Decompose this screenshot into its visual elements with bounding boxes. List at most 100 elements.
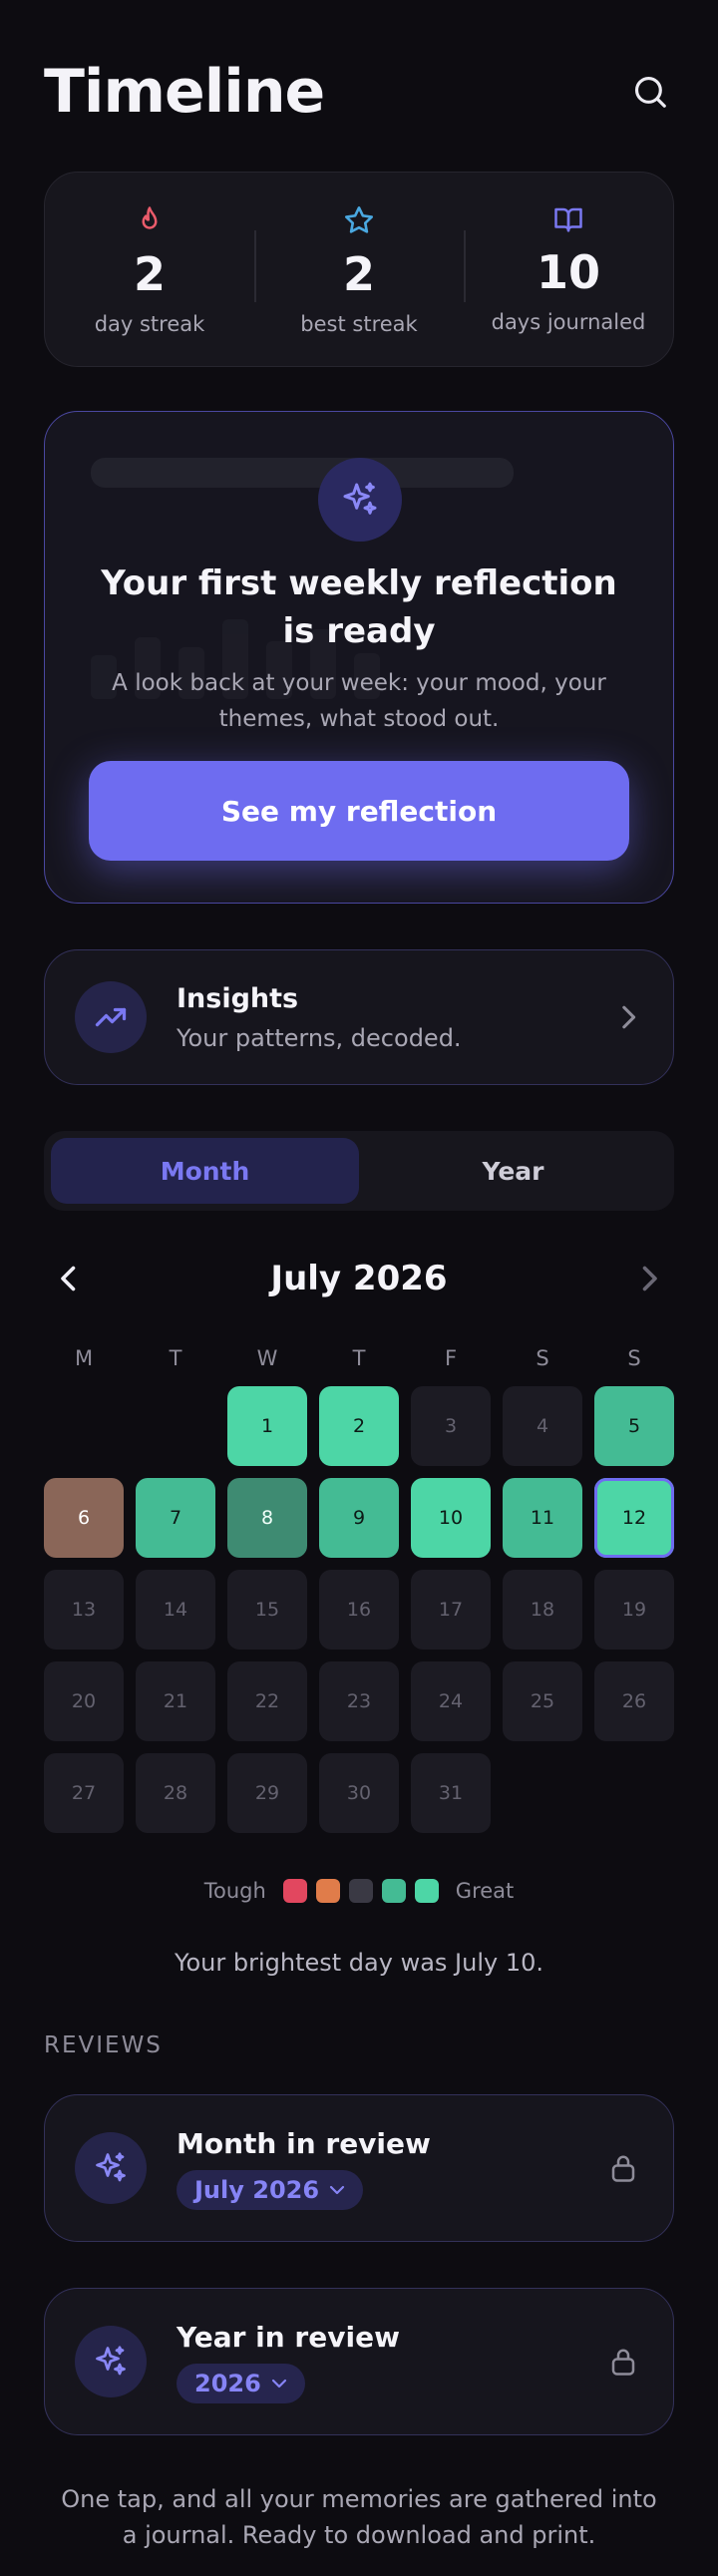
- calendar-day[interactable]: 8: [227, 1478, 307, 1558]
- weekday-row: MTWTFSS: [44, 1346, 674, 1370]
- calendar-day[interactable]: 28: [136, 1753, 215, 1833]
- stat-label: best streak: [300, 312, 418, 336]
- month-review-card[interactable]: Month in review July 2026: [44, 2094, 674, 2242]
- month-review-title: Month in review: [177, 2126, 431, 2160]
- calendar-day[interactable]: 25: [503, 1661, 582, 1741]
- insights-text: Insights Your patterns, decoded.: [177, 983, 613, 1052]
- stat-day-streak: 2 day streak: [45, 204, 254, 336]
- calendar-day[interactable]: 11: [503, 1478, 582, 1558]
- prev-month-button[interactable]: [44, 1254, 94, 1303]
- calendar-day[interactable]: 27: [44, 1753, 124, 1833]
- calendar-day[interactable]: 31: [411, 1753, 491, 1833]
- month-review-selector[interactable]: July 2026: [177, 2169, 364, 2210]
- book-icon: [551, 204, 585, 234]
- calendar-day[interactable]: 1: [227, 1386, 307, 1466]
- legend-swatch: [282, 1879, 307, 1903]
- next-month-button[interactable]: [624, 1254, 674, 1303]
- header: Timeline: [44, 52, 674, 132]
- weekday-label: F: [444, 1346, 458, 1370]
- toggle-year[interactable]: Year: [359, 1138, 667, 1204]
- calendar-day[interactable]: 23: [319, 1661, 399, 1741]
- calendar-day[interactable]: 5: [594, 1386, 674, 1466]
- year-review-text: Year in review 2026: [177, 2321, 603, 2403]
- weekday-label: M: [74, 1346, 94, 1370]
- search-button[interactable]: [626, 68, 674, 116]
- calendar-day[interactable]: 6: [44, 1478, 124, 1558]
- reviews-heading: REVIEWS: [44, 2032, 163, 2058]
- insights-title: Insights: [177, 982, 299, 1014]
- calendar-blank: [44, 1386, 124, 1466]
- brightest-day-text: Your brightest day was July 10.: [175, 1949, 543, 1977]
- insights-subtitle: Your patterns, decoded.: [177, 1023, 462, 1052]
- year-review-title: Year in review: [177, 2320, 400, 2354]
- calendar-day[interactable]: 18: [503, 1570, 582, 1650]
- calendar-day[interactable]: 24: [411, 1661, 491, 1741]
- decorative-placeholder-bar: [91, 458, 514, 488]
- legend-swatch: [381, 1879, 406, 1903]
- calendar-day[interactable]: 15: [227, 1570, 307, 1650]
- flame-icon: [135, 204, 165, 236]
- calendar-day[interactable]: 29: [227, 1753, 307, 1833]
- stat-days-journaled: 10 days journaled: [464, 204, 673, 334]
- stats-card: 2 day streak 2 best streak 10 days journ…: [44, 172, 674, 367]
- reflection-title: Your first weekly reflection is ready: [101, 563, 617, 651]
- stat-label: days journaled: [491, 310, 646, 334]
- calendar-day[interactable]: 14: [136, 1570, 215, 1650]
- chevron-left-icon: [61, 1266, 76, 1291]
- lock-icon: [603, 2345, 643, 2379]
- weekday-label: T: [352, 1346, 366, 1370]
- stat-value: 2: [133, 247, 166, 301]
- calendar-day[interactable]: 30: [319, 1753, 399, 1833]
- reflection-subtitle: A look back at your week: your mood, you…: [112, 670, 606, 732]
- calendar-day[interactable]: 7: [136, 1478, 215, 1558]
- stat-best-streak: 2 best streak: [254, 204, 464, 336]
- calendar-day[interactable]: 26: [594, 1661, 674, 1741]
- legend-swatch: [348, 1879, 373, 1903]
- weekday-label: S: [627, 1346, 641, 1370]
- calendar-day[interactable]: 22: [227, 1661, 307, 1741]
- search-icon: [634, 76, 666, 108]
- calendar-day[interactable]: 19: [594, 1570, 674, 1650]
- legend-swatch: [315, 1879, 340, 1903]
- calendar-day[interactable]: 10: [411, 1478, 491, 1558]
- stat-label: day streak: [94, 312, 205, 336]
- chevron-down-icon: [329, 2185, 345, 2194]
- calendar-day[interactable]: 9: [319, 1478, 399, 1558]
- calendar-day[interactable]: 16: [319, 1570, 399, 1650]
- chevron-down-icon: [271, 2379, 286, 2388]
- chevron-right-icon: [642, 1266, 657, 1291]
- footer-note: One tap, and all your memories are gathe…: [61, 2485, 657, 2549]
- calendar-grid: 1 2 3 4 5 6 7 8 9 10 11 12 13 14 15 16 17 18 19 20 21 22 23 24 2…: [44, 1386, 674, 1833]
- calendar-day[interactable]: 20: [44, 1661, 124, 1741]
- chevron-right-icon: [613, 1003, 643, 1031]
- calendar-day[interactable]: 13: [44, 1570, 124, 1650]
- calendar-header: July 2026: [44, 1249, 674, 1308]
- sparkles-icon: [318, 458, 402, 542]
- calendar-month-label: July 2026: [270, 1259, 448, 1298]
- stat-value: 2: [342, 247, 375, 301]
- month-review-value: July 2026: [194, 2175, 320, 2204]
- toggle-month[interactable]: Month: [51, 1138, 359, 1204]
- stat-value: 10: [536, 245, 600, 299]
- sparkles-icon: [75, 2326, 147, 2397]
- legend-swatch: [414, 1879, 439, 1903]
- weekday-label: W: [256, 1346, 278, 1370]
- view-toggle: Month Year: [44, 1131, 674, 1211]
- year-review-selector[interactable]: 2026: [177, 2363, 305, 2403]
- year-review-card[interactable]: Year in review 2026: [44, 2288, 674, 2435]
- see-reflection-button[interactable]: See my reflection: [89, 761, 629, 861]
- page-title: Timeline: [44, 57, 325, 127]
- calendar-day[interactable]: 4: [503, 1386, 582, 1466]
- calendar-day[interactable]: 21: [136, 1661, 215, 1741]
- calendar-day[interactable]: 2: [319, 1386, 399, 1466]
- calendar-day[interactable]: 12: [594, 1478, 674, 1558]
- legend-high-label: Great: [455, 1879, 515, 1903]
- year-review-value: 2026: [194, 2369, 261, 2397]
- sparkles-icon: [75, 2132, 147, 2204]
- month-review-text: Month in review July 2026: [177, 2127, 603, 2210]
- insights-card[interactable]: Insights Your patterns, decoded.: [44, 949, 674, 1085]
- calendar-day[interactable]: 3: [411, 1386, 491, 1466]
- weekday-label: S: [536, 1346, 549, 1370]
- calendar-day[interactable]: 17: [411, 1570, 491, 1650]
- weekly-reflection-card: Your first weekly reflection is ready A …: [44, 411, 674, 904]
